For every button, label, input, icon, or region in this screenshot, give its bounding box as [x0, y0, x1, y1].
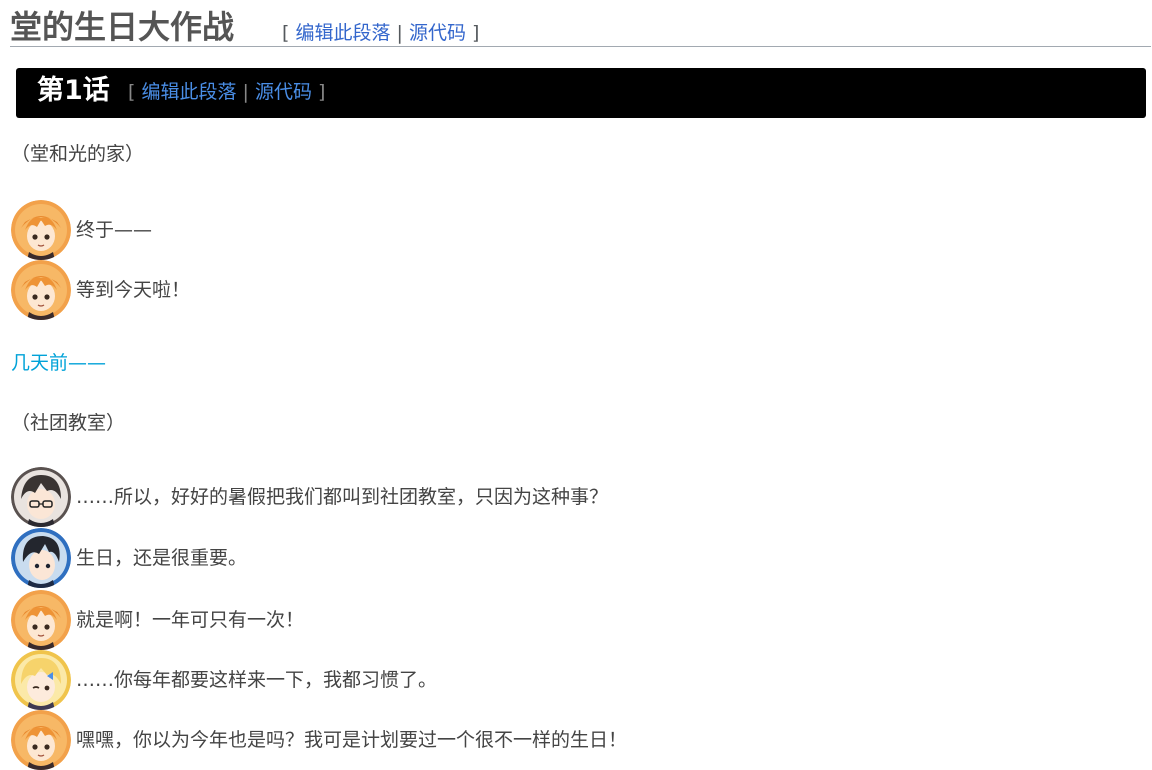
dialogue-line: 就是啊！一年可只有一次！: [11, 590, 911, 650]
scene-direction: （堂和光的家）: [11, 143, 145, 165]
dialogue-line: ……所以，好好的暑假把我们都叫到社团教室，只因为这种事？: [11, 467, 911, 527]
dialogue-text: 嘿嘿，你以为今年也是吗？我可是计划要过一个很不一样的生日！: [76, 729, 628, 751]
orange-hair-girl-avatar: [11, 710, 71, 770]
page-title: 堂的生日大作战: [10, 8, 235, 46]
dark-hair-glasses-boy-avatar: [11, 467, 71, 527]
dialogue-line: 生日，还是很重要。: [11, 528, 911, 588]
blonde-hair-girl-avatar: [11, 650, 71, 710]
dialogue-text: 终于——: [76, 219, 153, 241]
dialogue-text: 等到今天啦！: [76, 279, 191, 301]
bracket-open: [: [282, 22, 290, 44]
bracket-close: ]: [472, 22, 480, 44]
bracket-close: ]: [318, 81, 326, 103]
dialogue-text: ……所以，好好的暑假把我们都叫到社团教室，只因为这种事？: [76, 486, 609, 508]
section-edit-links: [ 编辑此段落 | 源代码 ]: [128, 79, 325, 105]
source-code-link[interactable]: 源代码: [255, 81, 312, 103]
header-edit-links: [ 编辑此段落 | 源代码 ]: [282, 20, 479, 46]
section-header-bar: 第1话 [ 编辑此段落 | 源代码 ]: [16, 68, 1146, 118]
edit-section-link[interactable]: 编辑此段落: [295, 22, 390, 44]
orange-hair-girl-avatar: [11, 200, 71, 260]
orange-hair-girl-avatar: [11, 590, 71, 650]
dialogue-text: 就是啊！一年可只有一次！: [76, 609, 305, 631]
dialogue-text: ……你每年都要这样来一下，我都习惯了。: [76, 669, 438, 691]
link-separator: |: [242, 81, 249, 103]
link-separator: |: [396, 22, 403, 44]
dialogue-line: 等到今天啦！: [11, 260, 911, 320]
scene-direction: （社团教室）: [11, 412, 126, 434]
edit-section-link[interactable]: 编辑此段落: [141, 81, 236, 103]
bracket-open: [: [128, 81, 136, 103]
page-header: 堂的生日大作战 [ 编辑此段落 | 源代码 ]: [10, 6, 1151, 47]
source-code-link[interactable]: 源代码: [409, 22, 466, 44]
flashback-text: 几天前——: [11, 352, 107, 374]
dialogue-line: 终于——: [11, 200, 911, 260]
section-title: 第1话: [37, 75, 110, 106]
dialogue-line: 嘿嘿，你以为今年也是吗？我可是计划要过一个很不一样的生日！: [11, 710, 911, 770]
dialogue-line: ……你每年都要这样来一下，我都习惯了。: [11, 650, 911, 710]
dialogue-text: 生日，还是很重要。: [76, 547, 248, 569]
black-hair-boy-avatar: [11, 528, 71, 588]
orange-hair-girl-avatar: [11, 260, 71, 320]
